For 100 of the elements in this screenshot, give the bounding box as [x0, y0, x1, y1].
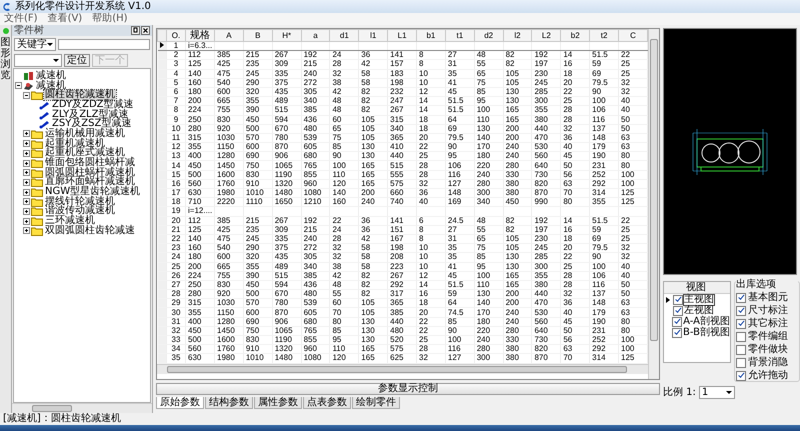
tab[interactable]: 绘制零件 [352, 397, 400, 409]
expander-icon[interactable] [23, 198, 30, 206]
table-cell: 1320 [272, 179, 302, 188]
table-cell: 55 [474, 60, 504, 70]
option-label: 基本图元 [748, 292, 788, 302]
checkbox[interactable] [736, 358, 746, 368]
horizontal-scrollbar[interactable] [157, 364, 648, 374]
table-cell: 38 [330, 78, 359, 88]
expander-icon[interactable] [23, 130, 30, 138]
table-cell: 830 [214, 115, 244, 124]
scale-dropdown[interactable]: 1 [698, 386, 735, 399]
table-cell: 870 [532, 354, 561, 364]
table-cell: 292 [590, 179, 619, 188]
close-icon[interactable] [141, 26, 150, 35]
locate-button[interactable]: 定位 [64, 54, 90, 66]
table-cell: 105 [503, 244, 532, 253]
column-header[interactable]: d2 [474, 30, 504, 42]
tree-item[interactable]: 减速机 [35, 70, 67, 81]
parameter-display-button[interactable]: 参数显示控制 [156, 383, 660, 395]
column-header[interactable]: H* [272, 30, 302, 42]
locate-dropdown[interactable] [14, 54, 62, 66]
checkbox[interactable] [673, 306, 683, 316]
table-cell: 267 [388, 106, 417, 115]
table-cell: 1010 [243, 354, 272, 364]
table-cell: 855 [301, 170, 330, 180]
expander-icon[interactable] [23, 188, 30, 196]
column-header[interactable]: d1 [330, 30, 359, 42]
column-header[interactable]: L1 [388, 30, 417, 42]
expander-icon[interactable] [23, 169, 30, 176]
column-header[interactable]: b1 [416, 30, 446, 42]
column-header[interactable]: C [618, 30, 648, 42]
expander-icon[interactable] [23, 208, 30, 215]
view-name[interactable]: B-B剖视图 [683, 328, 730, 338]
expander-icon[interactable] [23, 140, 30, 148]
pin-icon[interactable] [131, 26, 140, 35]
table-cell: 765 [301, 160, 330, 170]
table-cell: 90 [445, 142, 474, 152]
table-cell: 38 [330, 262, 359, 272]
tree-item[interactable]: 运输机械用减速机 [44, 128, 126, 139]
expander-icon[interactable] [23, 227, 30, 234]
row-number: 15 [166, 170, 186, 180]
tree-item[interactable]: 双圆弧圆柱齿轮减速 [44, 226, 136, 236]
table-cell: 200 [503, 124, 532, 134]
side-tab[interactable]: 图形浏览 [0, 25, 12, 413]
view-name[interactable]: A-A剖视图 [683, 316, 730, 326]
table-cell: 235 [243, 60, 272, 70]
table-cell: 82 [358, 106, 388, 115]
tab[interactable]: 点表参数 [303, 397, 351, 409]
checkbox[interactable] [736, 292, 746, 302]
tab[interactable]: 属性参数 [254, 397, 302, 409]
column-header[interactable]: L2 [532, 30, 561, 42]
table-cell: 475 [214, 234, 244, 244]
table-cell: 79.5 [590, 244, 619, 253]
table-cell: 380 [503, 179, 532, 188]
column-header[interactable]: O. [166, 30, 186, 42]
checkbox[interactable] [736, 306, 746, 316]
checkbox[interactable] [736, 332, 746, 342]
search-kind-dropdown[interactable]: 关键字 [14, 38, 56, 50]
view-name[interactable]: 左视图 [684, 306, 714, 316]
column-header[interactable]: b2 [560, 30, 590, 42]
column-header[interactable]: 规格 [186, 30, 214, 42]
checkbox[interactable] [736, 344, 746, 354]
expander-icon[interactable] [23, 160, 30, 167]
column-header[interactable]: a [301, 30, 330, 42]
checkbox[interactable] [736, 318, 746, 328]
table-cell: 400 [186, 317, 214, 326]
checkbox[interactable] [672, 328, 682, 338]
table-cell: 600 [243, 308, 272, 318]
column-header[interactable]: t1 [445, 30, 474, 42]
expander-icon[interactable] [23, 92, 30, 99]
table-cell: 365 [388, 133, 417, 143]
expander-icon[interactable] [15, 82, 22, 90]
table-cell: 20 [416, 133, 446, 143]
horizontal-scrollbar[interactable] [12, 403, 152, 413]
expander-icon[interactable] [23, 218, 30, 225]
checkbox[interactable] [672, 316, 682, 326]
menu-item[interactable]: 文件(F) [4, 13, 38, 25]
table-cell: 48 [474, 50, 504, 60]
menu-item[interactable]: 帮助(H) [92, 13, 128, 25]
expander-icon[interactable] [23, 178, 30, 186]
column-header[interactable]: B [243, 30, 272, 42]
column-header[interactable]: l2 [503, 30, 532, 42]
column-header[interactable]: t2 [590, 30, 619, 42]
tab[interactable]: 原始参数 [156, 397, 204, 409]
table-cell: 240 [358, 198, 388, 207]
search-field[interactable] [58, 38, 150, 50]
column-header[interactable]: l1 [358, 30, 388, 42]
checkbox[interactable] [736, 370, 746, 380]
column-header[interactable]: A [214, 30, 244, 42]
expander-icon[interactable] [23, 150, 30, 157]
tree-item[interactable]: ZDY及ZDZ型减速 [51, 100, 135, 110]
table-cell: 1480 [272, 188, 302, 198]
table-cell: 390 [243, 106, 272, 115]
vertical-scrollbar[interactable] [648, 29, 659, 379]
table-cell: 410 [388, 142, 417, 152]
tree-item[interactable]: 圆柱齿轮减速机 [44, 90, 116, 100]
menu-item[interactable]: 查看(V) [48, 13, 82, 25]
tab[interactable]: 结构参数 [205, 397, 253, 409]
option-label: 零件做块 [748, 344, 788, 354]
checkbox[interactable] [673, 294, 683, 304]
